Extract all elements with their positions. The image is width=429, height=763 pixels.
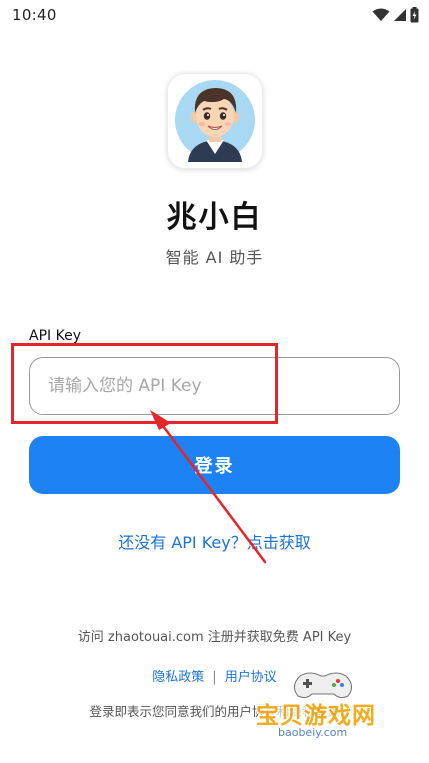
battery-icon <box>410 7 419 23</box>
agreement-text: 登录即表示您同意我们的用户协议和隐私政策 <box>89 704 340 719</box>
status-bar: 10:40 <box>0 0 429 30</box>
wifi-icon <box>372 8 390 22</box>
visit-info-text: 访问 zhaotouai.com 注册并获取免费 API Key <box>77 630 352 645</box>
signal-icon <box>393 8 407 22</box>
app-title: 兆小白 <box>166 200 263 235</box>
policy-links: 隐私政策 | 用户协议 <box>0 666 429 685</box>
privacy-policy-link[interactable]: 隐私政策 <box>152 670 204 685</box>
app-subtitle: 智能 AI 助手 <box>165 248 264 267</box>
user-agreement-link[interactable]: 用户协议 <box>225 670 277 685</box>
get-api-key-link[interactable]: 还没有 API Key？点击获取 <box>0 529 429 553</box>
app-logo <box>167 73 263 169</box>
status-icons <box>372 7 419 23</box>
avatar-icon <box>175 80 255 162</box>
api-key-input[interactable] <box>29 357 400 415</box>
status-time: 10:40 <box>12 6 57 24</box>
policy-separator: | <box>212 670 217 685</box>
api-key-label: API Key <box>29 328 81 344</box>
watermark-url: baobeiy.com <box>278 726 348 739</box>
login-button[interactable]: 登录 <box>29 436 400 494</box>
